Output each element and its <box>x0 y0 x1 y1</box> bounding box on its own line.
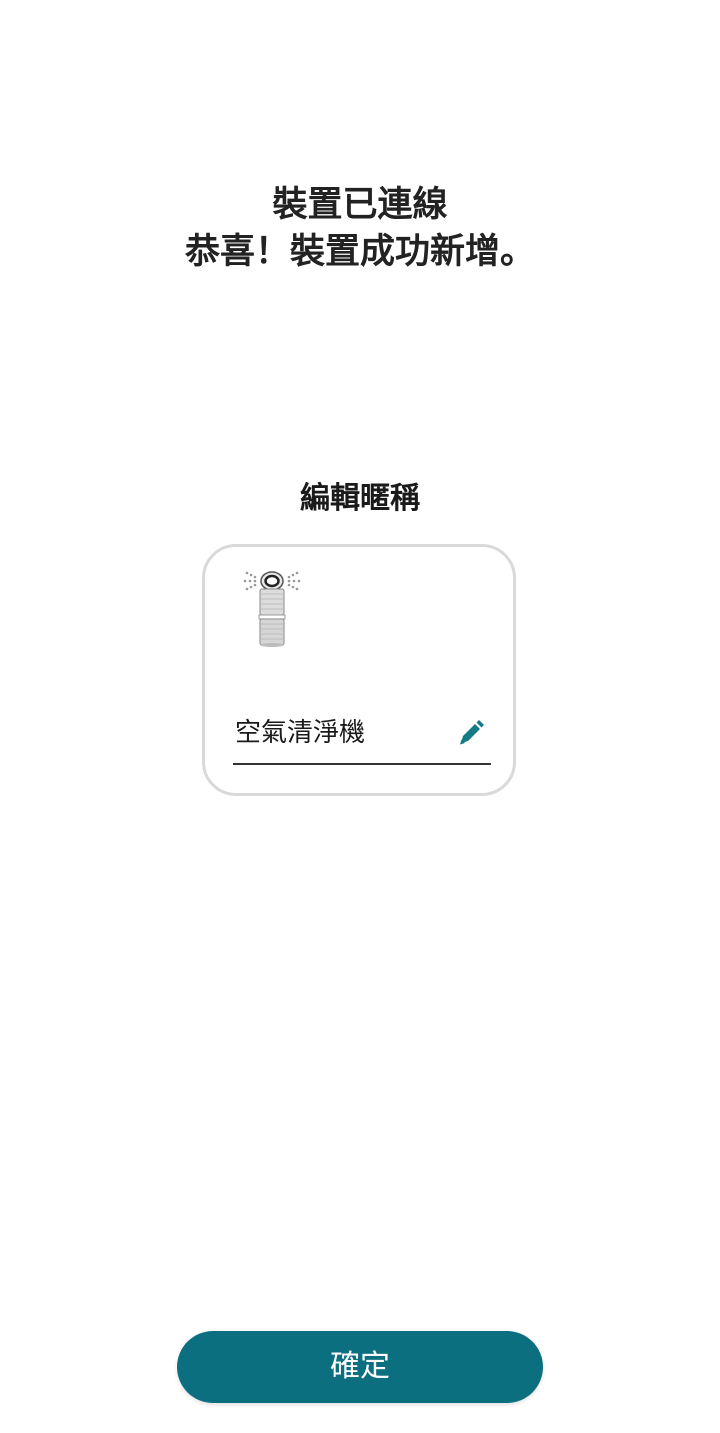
device-card: 空氣清淨機 <box>202 544 516 796</box>
air-purifier-icon <box>241 567 303 659</box>
nickname-input-value[interactable]: 空氣清淨機 <box>235 715 365 751</box>
page-subtitle: 恭喜！裝置成功新增。 <box>184 232 535 272</box>
pencil-icon[interactable] <box>455 719 485 749</box>
nickname-section-label: 編輯暱稱 <box>300 481 420 516</box>
page-title: 裝置已連線 <box>272 185 448 225</box>
confirm-button[interactable]: 確定 <box>177 1331 543 1403</box>
header: 裝置已連線 恭喜！裝置成功新增。 <box>0 182 720 276</box>
nickname-field[interactable]: 空氣清淨機 <box>233 709 491 765</box>
